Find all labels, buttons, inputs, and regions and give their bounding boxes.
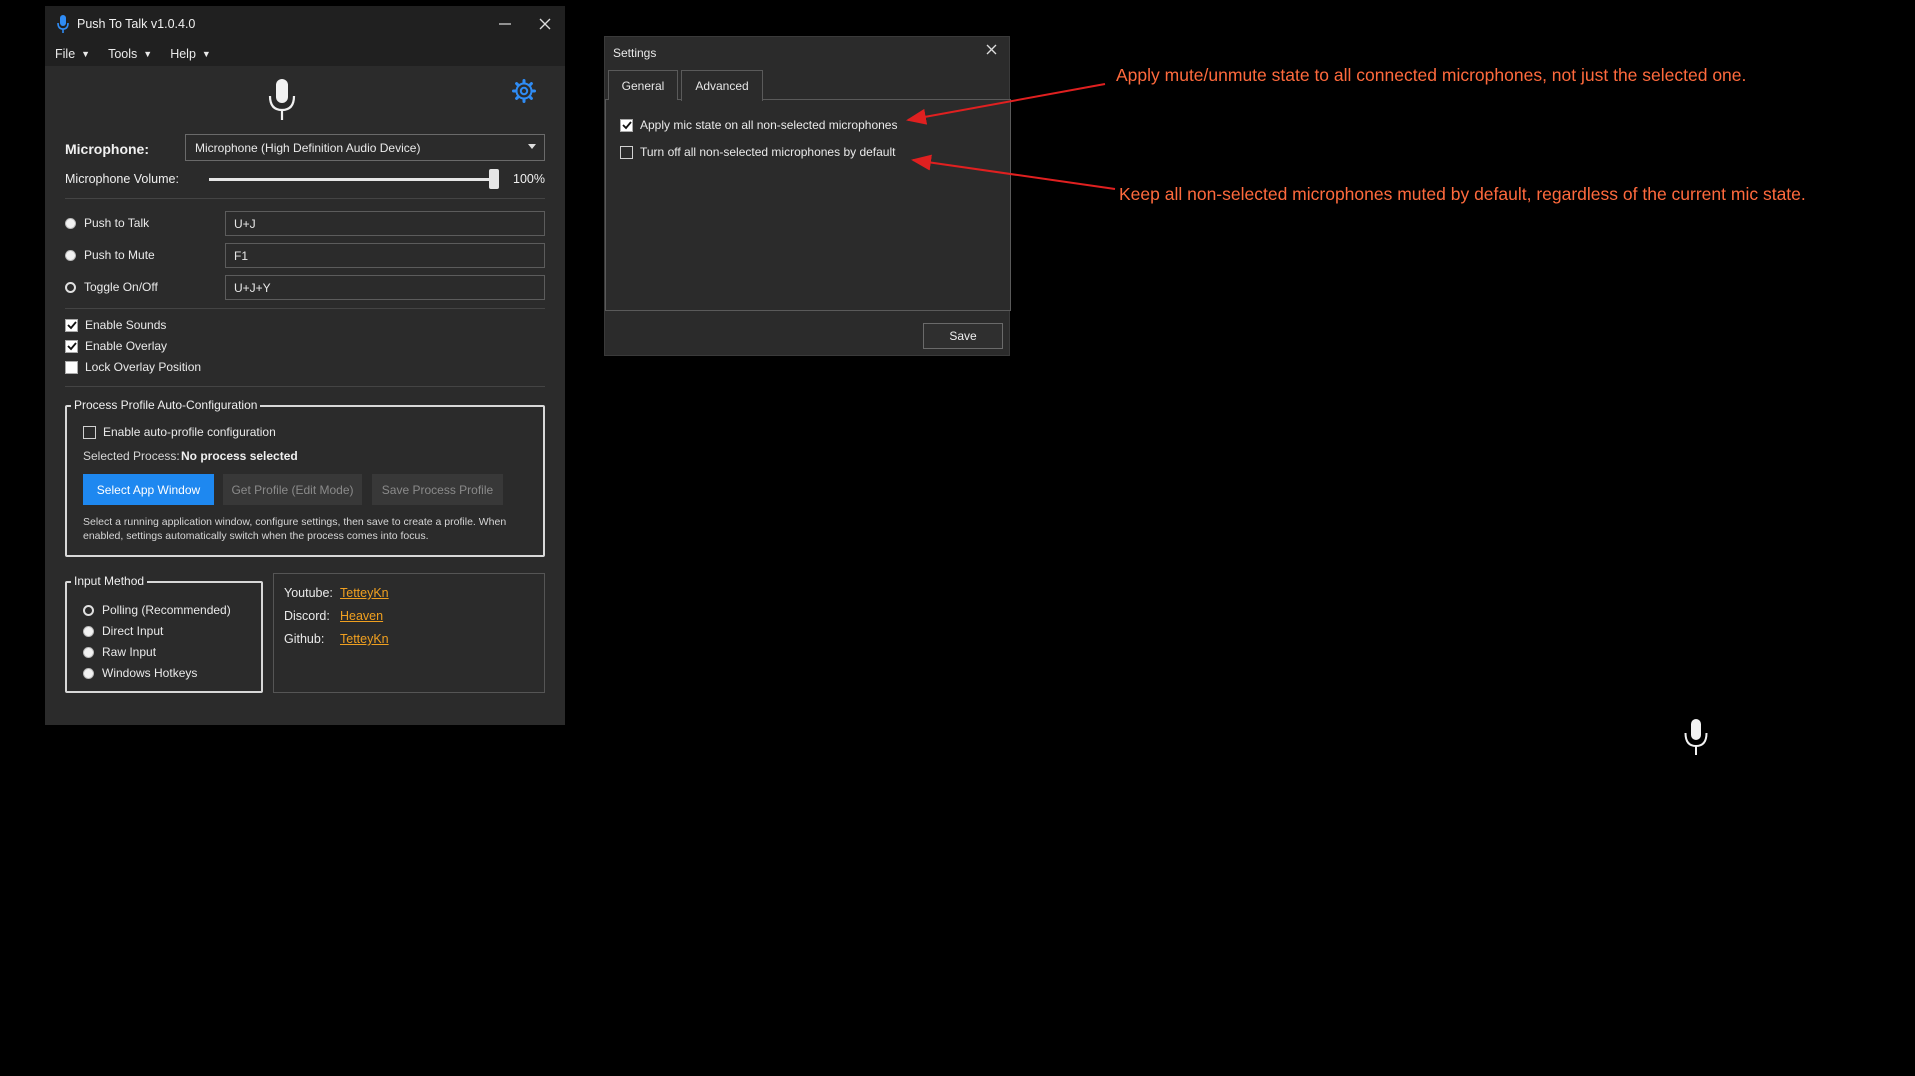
- annotation-apply: Apply mute/unmute state to all connected…: [1116, 65, 1747, 85]
- annotation-arrows: [906, 83, 1116, 190]
- annotation-turn-off: Keep all non-selected microphones muted …: [1119, 184, 1806, 204]
- arrow-to-apply-option: [906, 83, 1106, 125]
- overlay-microphone-icon[interactable]: [1683, 718, 1709, 756]
- arrow-to-turn-off-option: [911, 154, 1116, 190]
